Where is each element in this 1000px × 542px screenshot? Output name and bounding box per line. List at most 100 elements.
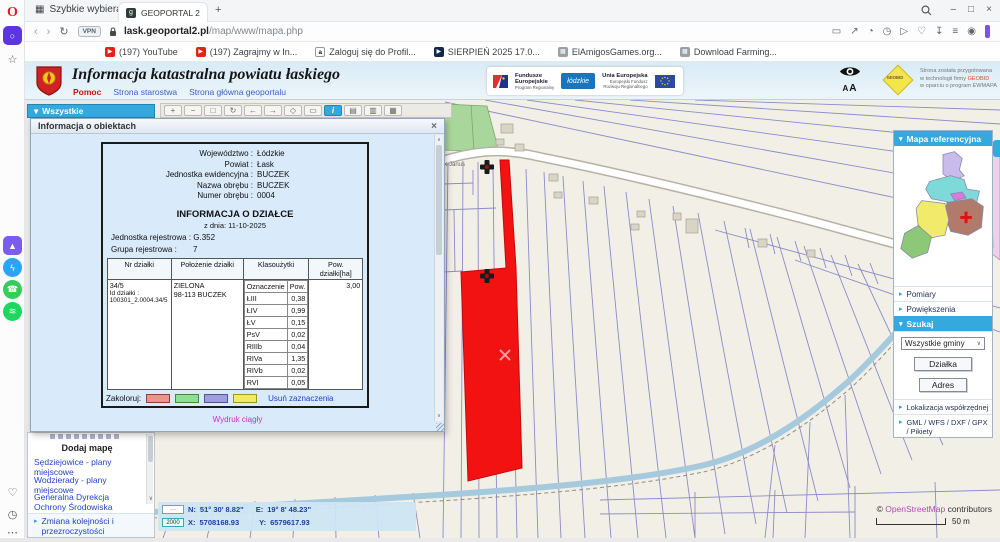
panel-scrollbar-thumb[interactable] [148, 436, 153, 462]
osm-link[interactable]: OpenStreetMap [885, 504, 945, 514]
map-layer-link[interactable]: Generalna Dyrekcja Ochrony Środowiska [34, 493, 142, 512]
dialog-titlebar[interactable]: Informacja o obiektach × [31, 119, 444, 134]
close-window-button[interactable]: × [986, 4, 992, 15]
layer-panel-header[interactable]: ▾ Wszystkie [27, 104, 155, 118]
scroll-up-icon[interactable]: ∧ [435, 137, 443, 143]
extensions-icon[interactable]: ≡ [952, 26, 958, 37]
select-icon[interactable]: ◇ [284, 105, 302, 116]
continuous-print-link[interactable]: Wydruk ciągły [31, 415, 444, 424]
bookmark-item[interactable]: ▦Download Farming... [680, 47, 777, 57]
speed-dial-star-icon[interactable]: ☆ [3, 50, 22, 69]
search-parcel-button[interactable]: Działka [914, 357, 972, 371]
tab-geoportal[interactable]: g GEOPORTAL 2 [118, 2, 208, 22]
color-swatch-green[interactable] [175, 394, 199, 403]
next-view-icon[interactable]: → [264, 105, 282, 116]
sidebar-collapse-tab[interactable] [993, 140, 1000, 157]
chevron-down-icon: ▾ [899, 135, 903, 143]
object-info-dialog: Informacja o obiektach × Województwo :Łó… [30, 118, 445, 432]
color-swatch-yellow[interactable] [233, 394, 257, 403]
clear-selection-link[interactable]: Usuń zaznaczenia [268, 394, 333, 403]
full-extent-icon[interactable]: □ [204, 105, 222, 116]
history-icon[interactable]: ◷ [3, 505, 22, 524]
bookmark-item[interactable]: aZaloguj się do Profil... [315, 47, 416, 57]
sidebar-item-lokalizacja[interactable]: ▸ Lokalizacja współrzędnej [894, 399, 992, 414]
map-scale-box[interactable]: 2000 [162, 518, 184, 527]
split-view-icon[interactable]: ▥ [364, 105, 382, 116]
prev-view-icon[interactable]: ← [244, 105, 262, 116]
sidebar-toggle-strip[interactable] [985, 25, 990, 38]
office-link[interactable]: Strona starostwa [113, 87, 177, 97]
more-icon[interactable]: ⋯ [3, 523, 22, 542]
street-label: k-Janus [444, 162, 465, 168]
document-date: z dnia: 11-10-2025 [103, 221, 367, 230]
heart-icon[interactable]: ♡ [3, 483, 22, 502]
arrow-right-icon: ▸ [34, 517, 38, 537]
aria-icon[interactable]: ○ [3, 26, 22, 45]
opera-logo-icon[interactable]: O [3, 3, 22, 22]
reference-map-label: Mapa referencyjna [907, 134, 982, 144]
zoom-out-icon[interactable]: − [184, 105, 202, 116]
bookmark-item[interactable]: ▶SIERPIEŃ 2025 17.0... [434, 47, 540, 57]
back-icon[interactable]: ‹ [34, 26, 38, 38]
item-label: GML / WFS / DXF / GPX / Pikiety [907, 418, 990, 436]
forward-icon[interactable]: › [47, 26, 51, 38]
eu-text: Rozwoju Regionalnego [602, 84, 647, 89]
layers-icon[interactable]: ▤ [344, 105, 362, 116]
close-icon[interactable]: × [431, 121, 437, 132]
search-address-button[interactable]: Adres [919, 378, 967, 392]
vpn-badge[interactable]: VPN [78, 26, 101, 37]
messenger-icon[interactable]: ϟ [3, 258, 22, 277]
spotify-icon[interactable]: ≋ [3, 302, 22, 321]
scroll-down-icon[interactable]: ∨ [435, 413, 443, 419]
share-icon[interactable]: ↗ [850, 26, 858, 37]
color-swatch-purple[interactable] [204, 394, 228, 403]
new-tab-button[interactable]: + [215, 4, 221, 16]
contrast-eye-icon[interactable] [838, 65, 862, 78]
dialog-resize-handle[interactable] [436, 423, 444, 431]
maximize-button[interactable]: □ [968, 4, 974, 15]
reorder-layers-link[interactable]: ▸ Zmiana kolejności i przezroczystości [28, 513, 154, 537]
sidebar-item-szukaj[interactable]: ▾ Szukaj [894, 316, 992, 331]
sidebar-item-pomiary[interactable]: ▸ Pomiary [894, 286, 992, 301]
sidebar-item-powiekszenia[interactable]: ▸ Powiększenia [894, 301, 992, 316]
chevron-down-icon: ∨ [977, 340, 981, 347]
dialog-scrollbar-thumb[interactable] [436, 145, 442, 255]
help-link[interactable]: Pomoc [73, 87, 101, 97]
url-text[interactable]: lask.geoportal2.pl/map/www/mapa.php [124, 26, 303, 37]
font-size-toggle[interactable]: AA [830, 83, 870, 94]
bookmark-item[interactable]: ▶(197) Zagrajmy w In... [196, 47, 298, 57]
bookmark-label: SIERPIEŃ 2025 17.0... [448, 47, 540, 57]
zoom-in-icon[interactable]: + [164, 105, 182, 116]
scroll-down-icon[interactable]: ∨ [149, 495, 153, 502]
info-tool-icon[interactable]: i [324, 105, 342, 116]
sidebar-item-gml-export[interactable]: ▸ GML / WFS / DXF / GPX / Pikiety [894, 414, 992, 437]
print-icon[interactable]: ▦ [384, 105, 402, 116]
minimize-button[interactable]: – [950, 4, 956, 15]
search-icon[interactable] [921, 5, 932, 16]
tools-sidebar: ▾ Mapa referencyjna ▸ Pomiary ▸ Powiększ… [893, 130, 993, 438]
whatsapp-icon[interactable]: ☎ [3, 280, 22, 299]
coords-mode-box[interactable]: ··· [162, 505, 184, 514]
download-icon[interactable]: ↧ [935, 26, 943, 37]
reload-icon[interactable]: ↻ [59, 25, 68, 38]
bookmark-item[interactable]: ▶(197) YouTube [105, 47, 178, 57]
geoportal-home-link[interactable]: Strona główna geoportalu [189, 87, 286, 97]
snapshot-icon[interactable]: ◔ [868, 26, 874, 37]
rectangle-tool-icon[interactable]: ▭ [304, 105, 322, 116]
reading-panel-icon[interactable]: ▭ [832, 26, 841, 37]
gmina-select[interactable]: Wszystkie gminy ∨ [901, 337, 985, 350]
bookmark-item[interactable]: ▦ElAmigosGames.org... [558, 47, 662, 57]
recent-icon[interactable]: ◷ [883, 26, 892, 37]
eu-funds-flag-icon [493, 75, 508, 88]
app-purple-icon[interactable]: ▲ [3, 236, 22, 255]
color-swatch-red[interactable] [146, 394, 170, 403]
bookmarks-bar: ▶(197) YouTube ▶(197) Zagrajmy w In... a… [25, 42, 1000, 62]
county-minimap[interactable] [895, 148, 991, 284]
bookmark-heart-icon[interactable]: ♡ [917, 26, 926, 37]
latitude-value: 51° 30' 8.82" [200, 505, 244, 514]
reference-map-header[interactable]: ▾ Mapa referencyjna [894, 131, 992, 146]
refresh-icon[interactable]: ↻ [224, 105, 242, 116]
profile-icon[interactable]: ◉ [967, 26, 976, 37]
flow-icon[interactable]: ▷ [900, 26, 908, 37]
dialog-scrollbar[interactable]: ∧ ∨ [434, 135, 443, 421]
